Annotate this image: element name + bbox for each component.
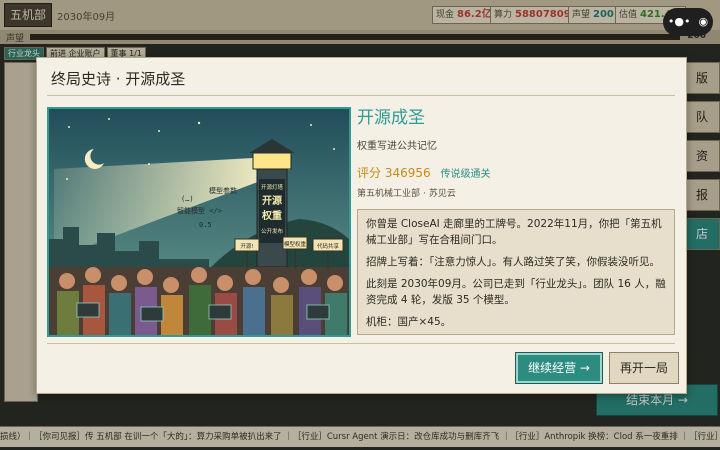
sign-text: 代码共享 (317, 242, 340, 250)
company-name: 第五机械工业部 (357, 189, 421, 199)
sign-text: 模型权重 (284, 240, 307, 248)
ending-name: 开源成圣 (357, 108, 425, 128)
beam-word: (…) (181, 195, 194, 203)
ending-info: 开源成圣 权重写进公共记忆 评分 346956 传说级通关 第五机械工业部 · 苏见… (357, 107, 675, 199)
ending-subtitle: 权重写进公共记忆 (357, 141, 437, 152)
ending-modal: 终局史诗 · 开源成圣 开源灯塔 开源 权重 公开发布 模型参数 (…) 智能模… (36, 57, 687, 394)
divider (47, 95, 675, 96)
story-scroll-box[interactable]: 你曾是 CloseAI 走廊里的工牌号。2022年11月，你把「第五机械工业部」… (357, 209, 675, 335)
score-line: 评分 346956 传说级通关 (357, 164, 675, 181)
lighthouse-crowd-image: 开源灯塔 开源 权重 公开发布 模型参数 (…) 智能模型 </> 0.5 开源… (49, 109, 349, 335)
story-paragraph: 招牌上写着：「注意力惊人」。有人路过笑了笑，你假装没听见。 (366, 256, 660, 268)
beam-word: 智能模型 </> (177, 206, 222, 215)
sign-text: 开源! (240, 242, 253, 250)
continue-button[interactable]: 继续经营 → (515, 352, 603, 384)
more-icon[interactable]: •●• (668, 15, 691, 28)
ending-illustration: 开源灯塔 开源 权重 公开发布 模型参数 (…) 智能模型 </> 0.5 开源… (47, 107, 351, 337)
clear-level: 传说级通关 (440, 169, 491, 180)
tower-sign-line: 公开发布 (261, 227, 284, 235)
crowd (49, 267, 349, 335)
beam-word: 模型参数 (209, 186, 237, 195)
tower-sign-line: 开源 (262, 194, 282, 207)
mini-program-capsule[interactable]: •●• ◉ (663, 8, 713, 36)
score-label: 评分 (357, 166, 382, 180)
tower-sign-line: 开源灯塔 (261, 183, 284, 191)
tower-sign-line: 权重 (261, 209, 282, 222)
modal-title: 终局史诗 · 开源成圣 (51, 70, 186, 88)
story-paragraph: 你曾是 CloseAI 走廊里的工牌号。2022年11月，你把「第五机械工业部」… (366, 218, 662, 246)
story-paragraph: 机柜：国产×45。 (366, 316, 452, 328)
score-value: 346956 (384, 166, 431, 180)
restart-button[interactable]: 再开一局 (609, 352, 679, 384)
company-founder: 第五机械工业部 · 苏见云 (357, 189, 456, 199)
divider (47, 343, 675, 344)
founder-name: 苏见云 (428, 189, 456, 199)
close-circle-icon[interactable]: ◉ (698, 15, 708, 28)
beam-word: 0.5 (199, 221, 212, 229)
story-paragraph: 此刻是 2030年09月。公司已走到「行业龙头」。团队 16 人，融资完成 4 … (366, 278, 666, 306)
